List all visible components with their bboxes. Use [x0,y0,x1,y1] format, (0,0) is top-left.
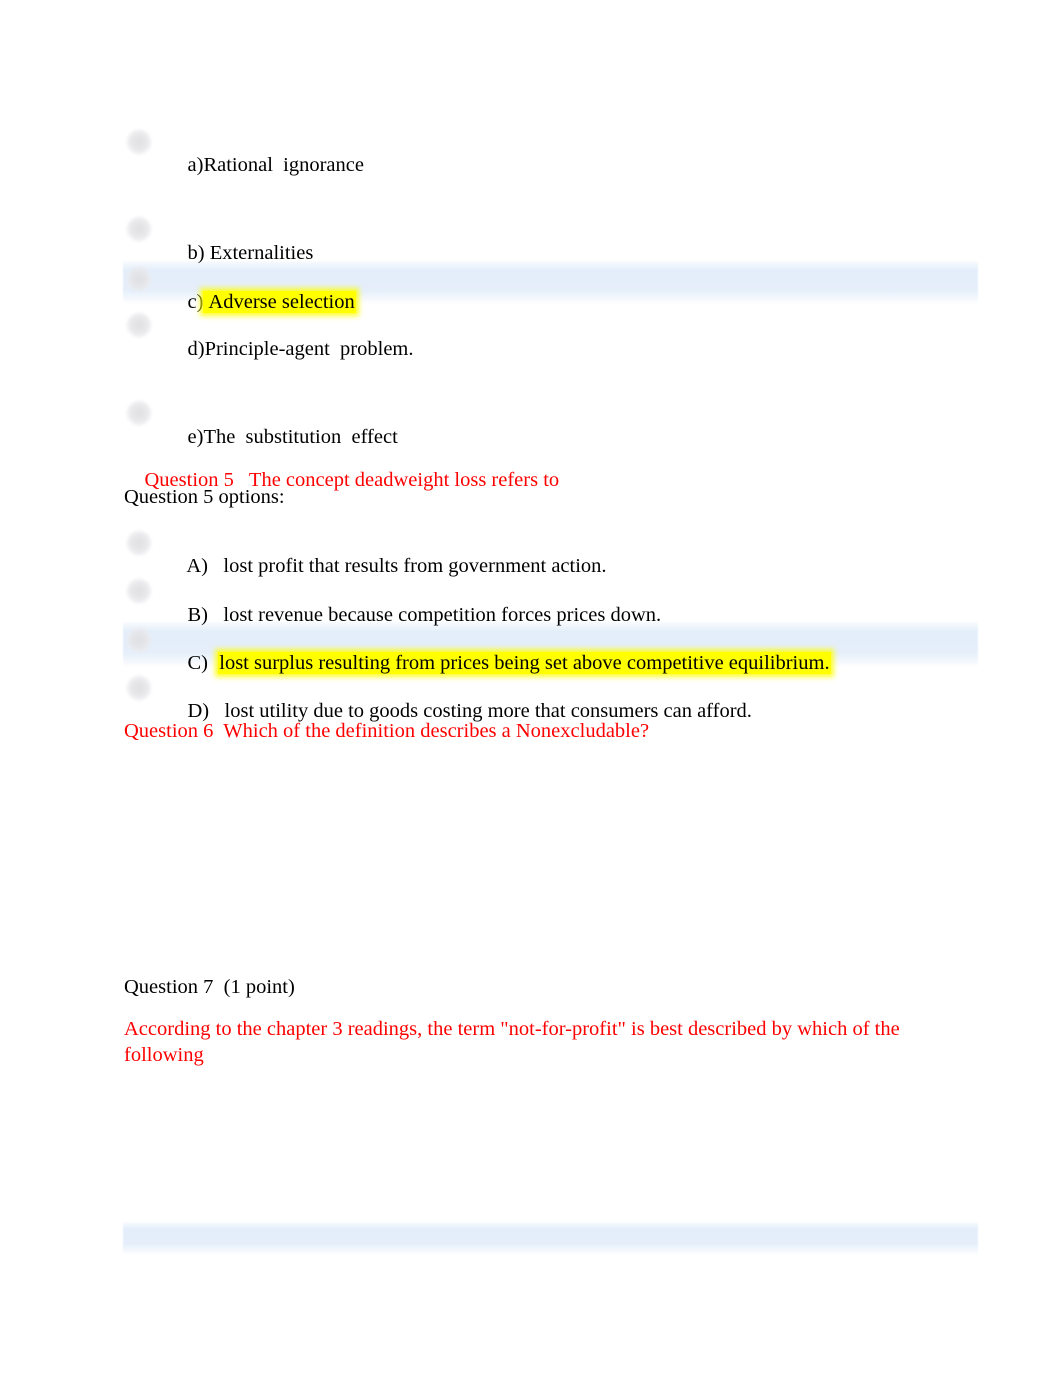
option-d[interactable]: d)Principle-agent problem. [167,315,414,384]
option-B-marker: B) [187,604,209,626]
radio-option-C[interactable] [126,627,152,653]
option-b-label: Externalities [204,242,314,264]
option-A-label: lost profit that results from government… [223,555,607,577]
radio-option-b[interactable] [126,216,152,242]
question-7-header: Question 7 (1 point) [124,976,295,998]
option-d-marker: d) [187,338,205,360]
option-a[interactable]: a)Rational ignorance [167,131,364,200]
option-a-label: Rational ignorance [203,154,364,176]
radio-option-A[interactable] [126,530,152,556]
radio-option-D[interactable] [126,675,152,701]
radio-option-c[interactable] [126,266,152,292]
option-A-gap [208,555,223,577]
option-c-label: Adverse selection [203,291,356,313]
option-B-label: lost revenue because competition forces … [223,604,662,626]
option-D-gap [209,700,219,722]
radio-option-B[interactable] [126,578,152,604]
option-c-marker: c) [187,291,204,313]
question-5-options-label: Question 5 options: [124,486,285,508]
document-page: a)Rational ignorance b) Externalities c)… [0,0,1062,1376]
option-a-marker: a) [187,154,204,176]
option-C-label: lost surplus resulting from prices being… [218,652,831,674]
option-b-marker: b) [187,242,205,264]
radio-option-d[interactable] [126,312,152,338]
option-e-marker: e) [187,426,204,448]
option-D-marker: D) [187,700,210,722]
radio-option-a[interactable] [126,129,152,155]
question-6-heading: Question 6 Which of the definition descr… [124,720,650,742]
option-d-label: Principle-agent problem. [204,338,414,360]
question-5-prompt: The concept deadweight loss refers to [248,469,560,491]
option-C-marker: C) [187,652,209,674]
option-A-marker: A) [186,555,209,577]
option-B-gap [208,604,223,626]
option-D-label: lost utility due to goods costing more t… [219,700,752,722]
option-C-gap [208,652,218,674]
radio-option-e[interactable] [126,400,152,426]
option-e-label: The substitution effect [203,426,398,448]
selection-band-bottom [123,1222,978,1254]
question-7-prompt: According to the chapter 3 readings, the… [124,1018,900,1067]
